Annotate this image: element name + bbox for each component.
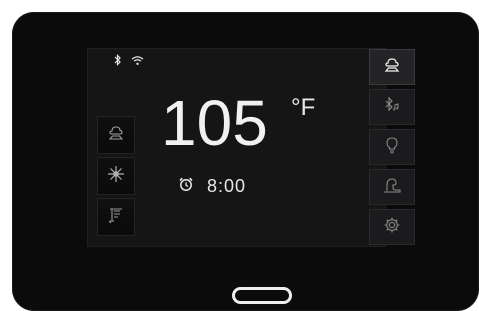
temperature-value: 105 bbox=[161, 87, 268, 159]
audio-menu-button[interactable] bbox=[369, 89, 415, 125]
status-bar bbox=[114, 54, 144, 66]
timer-value: 8:00 bbox=[207, 176, 247, 196]
heat-menu-button[interactable] bbox=[369, 49, 415, 85]
steam-button[interactable] bbox=[97, 116, 135, 154]
bluetooth-icon bbox=[114, 54, 122, 66]
heat-icon bbox=[383, 56, 401, 79]
gear-icon bbox=[383, 216, 401, 239]
shower-icon bbox=[107, 205, 125, 230]
wifi-icon bbox=[131, 55, 144, 66]
massage-menu-button[interactable] bbox=[369, 169, 415, 205]
right-menu-bar bbox=[369, 49, 415, 246]
massage-icon bbox=[382, 176, 402, 199]
timer[interactable]: 8:00 bbox=[178, 176, 246, 197]
steam-icon bbox=[107, 123, 125, 148]
light-menu-button[interactable] bbox=[369, 129, 415, 165]
bluetooth-music-icon bbox=[383, 96, 401, 119]
shower-button[interactable] bbox=[97, 198, 135, 236]
jets-icon bbox=[106, 164, 126, 189]
light-bulb-icon bbox=[384, 136, 400, 159]
temperature-unit: °F bbox=[291, 94, 316, 121]
alarm-clock-icon bbox=[178, 176, 194, 197]
jets-button[interactable] bbox=[97, 157, 135, 195]
home-button[interactable] bbox=[232, 287, 292, 304]
left-control-bar bbox=[97, 116, 135, 239]
settings-menu-button[interactable] bbox=[369, 209, 415, 245]
